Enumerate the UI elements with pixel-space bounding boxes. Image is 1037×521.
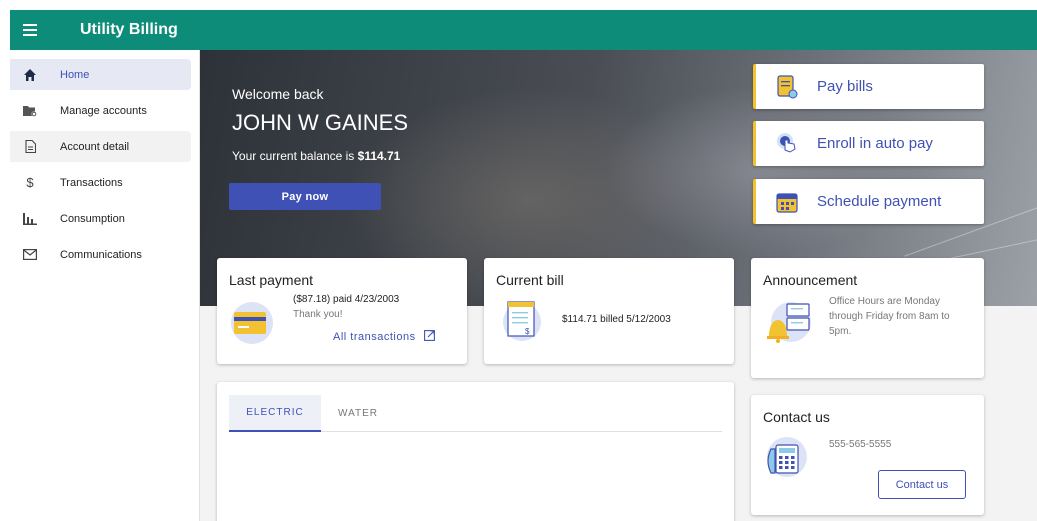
announcement-text: Office Hours are Monday through Friday f… [829,296,950,337]
customer-name: JOHN W GAINES [232,110,409,135]
bill-icon [775,74,799,99]
menu-icon[interactable] [10,10,50,50]
balance-text: Your current balance is $114.71 [232,149,400,163]
app-title: Utility Billing [80,21,178,38]
dollar-icon: $ [26,175,34,190]
enroll-auto-pay-button[interactable]: Enroll in auto pay [753,121,984,166]
calendar-icon [775,190,799,214]
sidebar-item-label: Account detail [60,140,130,153]
last-payment-card: Last payment ($87.18) paid 4/23/2003 Tha… [217,258,467,364]
announcement-bell-icon [765,296,813,344]
home-icon [10,68,50,81]
pay-now-button[interactable]: Pay now [229,183,381,210]
sidebar-item-transactions[interactable]: $ Transactions [10,167,191,198]
current-bill-card: Current bill $ $114.71 billed 5/12/2003 [484,258,734,364]
open-in-new-icon [423,328,435,346]
touch-icon [775,132,799,156]
pay-bills-label: Pay bills [817,78,873,95]
current-bill-line: $114.71 billed 5/12/2003 [562,314,671,325]
bill-document-icon: $ [502,298,542,344]
sidebar-item-label: Transactions [60,176,123,189]
sidebar-item-consumption[interactable]: Consumption [10,203,191,234]
tab-electric[interactable]: ELECTRIC [229,395,321,432]
welcome-text: Welcome back [232,86,324,102]
document-icon [10,140,50,153]
sidebar-item-manage-accounts[interactable]: Manage accounts [10,95,191,126]
app-frame: Utility Billing Home Manage accounts Acc… [10,10,1037,521]
all-transactions-label: All transactions [333,331,416,343]
contact-us-button[interactable]: Contact us [878,470,966,499]
pay-bills-button[interactable]: Pay bills [753,64,984,109]
current-bill-title: Current bill [496,272,564,288]
last-payment-note: Thank you! [293,309,343,320]
svg-text:$: $ [525,327,530,336]
announcement-title: Announcement [763,272,858,288]
balance-amount: $114.71 [357,149,401,163]
last-payment-title: Last payment [229,272,314,288]
bar-chart-icon [10,212,50,225]
sidebar-item-label: Home [60,68,90,81]
top-app-bar: Utility Billing [10,10,1037,50]
sidebar-item-communications[interactable]: Communications [10,239,191,270]
last-payment-amount: ($87.18) paid 4/23/2003 [293,294,400,305]
sidebar-item-account-detail[interactable]: Account detail [10,131,191,162]
sidebar-item-label: Consumption [60,212,125,225]
balance-label: Your current balance is [232,149,358,163]
usage-tabs: ELECTRIC WATER [229,395,722,432]
mail-icon [10,249,50,260]
sidebar: Home Manage accounts Account detail $ Tr… [10,50,200,521]
tab-water[interactable]: WATER [321,395,395,432]
sidebar-item-label: Manage accounts [60,104,147,117]
folder-settings-icon [10,105,50,117]
enroll-auto-pay-label: Enroll in auto pay [817,135,933,152]
credit-card-icon [231,302,273,344]
contact-phone: 555-565-5555 [829,439,892,450]
schedule-payment-button[interactable]: Schedule payment [753,179,984,224]
telephone-icon [765,435,809,479]
announcement-card: Announcement Office Hours are Monday thr… [751,258,984,378]
contact-title: Contact us [763,409,830,425]
sidebar-item-label: Communications [60,248,142,261]
sidebar-item-home[interactable]: Home [10,59,191,90]
schedule-payment-label: Schedule payment [817,193,942,210]
all-transactions-link[interactable]: All transactions [333,328,435,346]
